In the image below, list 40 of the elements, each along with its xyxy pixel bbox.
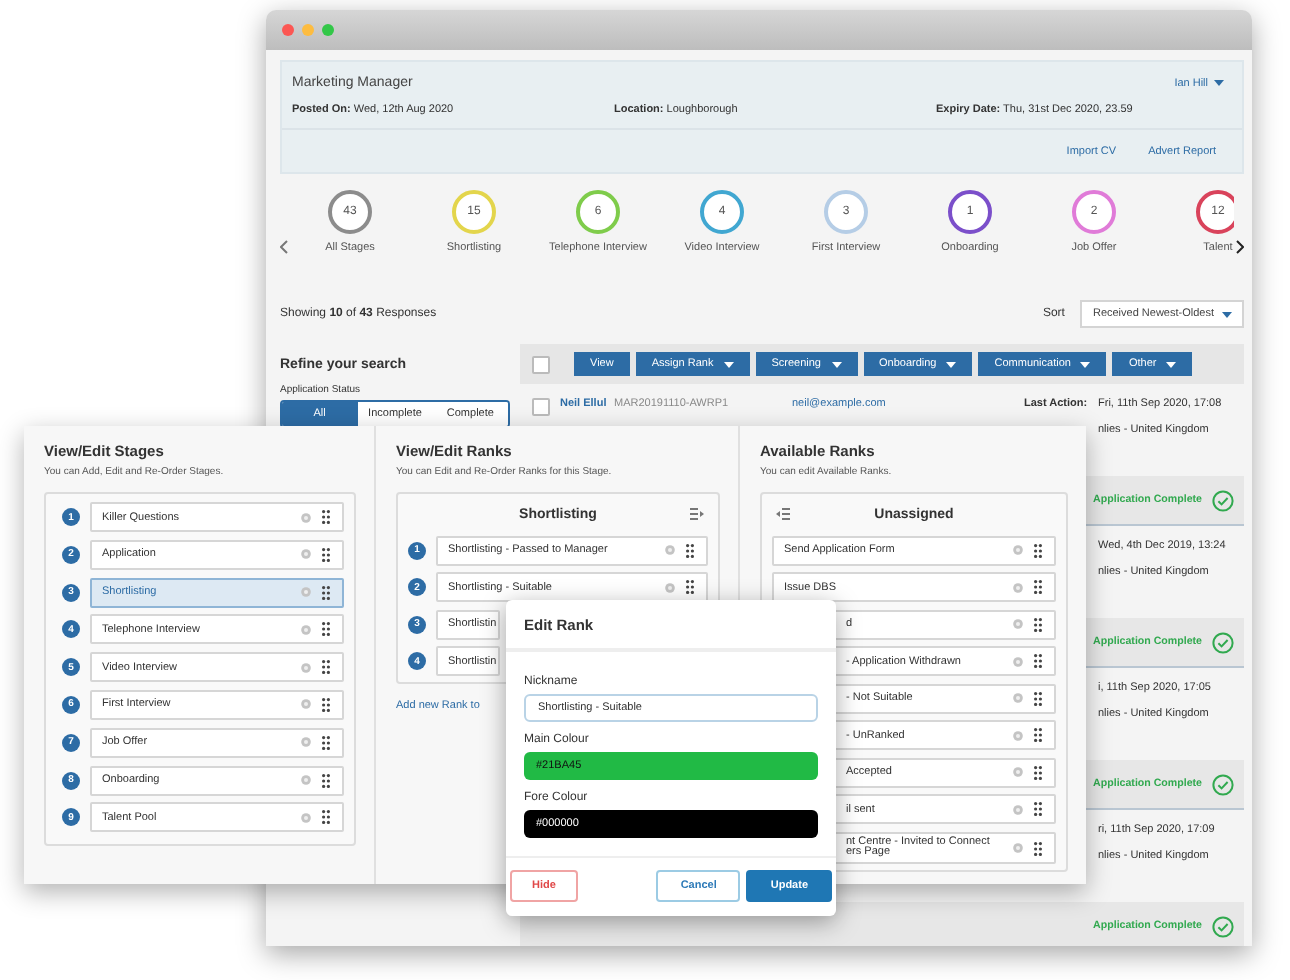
drag-handle-icon [1034,765,1042,779]
chevron-right-icon[interactable] [1236,240,1244,254]
window-close-button[interactable] [282,24,294,36]
drag-handle-icon [1034,580,1042,594]
caret-icon [1080,361,1091,367]
window-minimize-button[interactable] [302,24,314,36]
drag-handle-icon [322,547,330,562]
caret-icon [946,361,957,367]
drag-handle-icon [322,585,330,600]
drag-handle-icon [322,810,330,825]
window-zoom-button[interactable] [322,24,334,36]
check-circle-icon [1212,631,1234,653]
drag-handle-icon [322,773,330,788]
drag-handle-icon [322,510,330,524]
drag-handle-icon [322,697,330,712]
drag-handle-icon [322,735,330,750]
drag-handle-icon [1034,802,1042,816]
checkbox[interactable] [532,355,550,373]
list-arrow-icon[interactable] [690,508,704,520]
check-circle-icon [1212,773,1234,795]
drag-handle-icon [322,622,330,637]
check-circle-icon [1212,489,1234,511]
drag-handle-icon [1034,654,1042,668]
caret-icon [1166,361,1177,367]
drag-handle-icon [686,543,694,557]
checkbox[interactable] [532,398,550,416]
caret-icon [1214,80,1224,86]
drag-handle-icon [1034,617,1042,631]
caret-icon [1222,311,1232,317]
drag-handle-icon [1034,691,1042,705]
caret-icon [831,361,841,367]
drag-handle-icon [322,660,330,675]
drag-handle-icon [1034,543,1042,557]
caret-icon [723,361,734,367]
check-circle-icon [1212,915,1234,937]
drag-handle-icon [686,580,694,594]
chevron-left-icon[interactable] [280,240,288,254]
drag-handle-icon [1034,841,1042,855]
list-arrow-icon[interactable] [776,508,790,520]
drag-handle-icon [1034,728,1042,742]
